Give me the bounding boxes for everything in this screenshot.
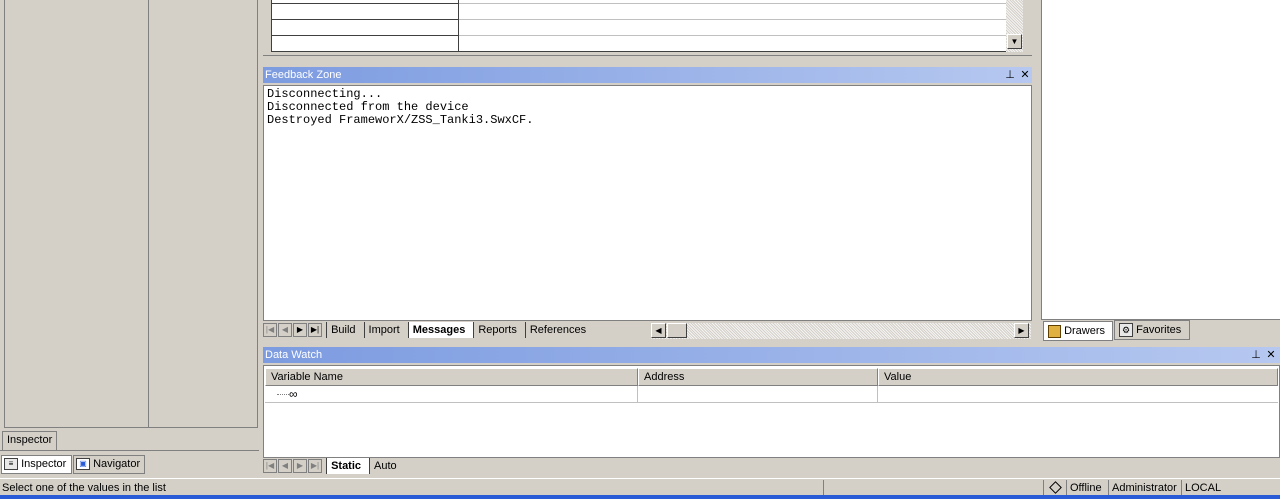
feedback-output[interactable]: Disconnecting... Disconnected from the d… [263,85,1032,321]
data-watch-table[interactable]: Variable Name Address Value ∞ [263,365,1280,458]
next-tab-button[interactable]: ▶ [293,323,307,337]
data-watch-title: Data Watch [265,349,323,361]
navigator-icon: ▣ [76,458,90,471]
tab-messages[interactable]: Messages [407,322,474,338]
close-icon[interactable]: ✕ [1018,67,1032,83]
data-watch-tabstrip: |◀ ◀ ▶ ▶| Static Auto [263,458,1280,476]
status-segment [823,480,1033,495]
scroll-thumb[interactable] [667,323,687,338]
status-bar: Select one of the values in the list Off… [0,478,1280,495]
vertical-scrollbar[interactable]: ▼ [1006,0,1023,52]
grid-line [272,19,458,20]
scroll-left-button[interactable]: ◀ [651,323,666,338]
pin-icon[interactable]: ⊥ [1003,67,1017,83]
tab-favorites-label: Favorites [1136,324,1182,336]
scroll-right-button[interactable]: ▶ [1014,323,1029,338]
close-icon[interactable]: ✕ [1264,347,1278,363]
tab-import[interactable]: Import [363,322,408,338]
tab-drawers-label: Drawers [1064,325,1106,337]
column-header-address[interactable]: Address [638,368,878,386]
tab-favorites[interactable]: ⚙ Favorites [1114,320,1190,340]
tab-references[interactable]: References [524,322,594,338]
status-message: Select one of the values in the list [2,482,166,494]
right-tabstrip: Drawers ⚙ Favorites [1041,320,1280,342]
prev-tab-button[interactable]: ◀ [278,323,292,337]
tree-line [277,394,289,395]
grid-column-divider [458,0,459,52]
last-tab-button[interactable]: ▶| [308,323,322,337]
column-header-variable-name[interactable]: Variable Name [265,368,638,386]
first-tab-button[interactable]: |◀ [263,323,277,337]
drawers-icon [1048,324,1061,338]
next-tab-button[interactable]: ▶ [293,459,307,473]
table-row-value-cell[interactable] [878,386,1278,403]
grid-line [272,3,458,4]
inspector-header-tab[interactable]: Inspector [2,431,58,450]
table-row-variable-cell[interactable]: ∞ [265,386,638,403]
status-offline: Offline [1066,480,1108,495]
tab-inspector[interactable]: ≡ Inspector [1,455,72,474]
tab-auto[interactable]: Auto [369,458,405,474]
inspector-property-grid[interactable] [4,0,258,428]
last-tab-button[interactable]: ▶| [308,459,322,473]
taskbar-edge [0,495,1280,499]
prev-tab-button[interactable]: ◀ [278,459,292,473]
watch-glasses-icon: ∞ [289,387,298,401]
inspector-icon: ≡ [4,458,18,471]
inspector-header-label: Inspector [7,434,53,446]
inspector-panel: Inspector ≡ Inspector ▣ Navigator [0,0,259,478]
horizontal-scrollbar[interactable]: ◀ ▶ [651,323,1031,339]
status-indicator [1043,480,1067,495]
output-line: Destroyed FrameworX/ZSS_Tanki3.SwxCF. [267,113,534,127]
feedback-zone-titlebar: Feedback Zone ⊥ ✕ [263,67,1032,83]
status-user: Administrator [1108,480,1181,495]
pin-icon[interactable]: ⊥ [1249,347,1263,363]
divider [263,55,1032,56]
table-row-address-cell[interactable] [638,386,878,403]
grid-line [272,35,458,36]
data-watch-titlebar: Data Watch ⊥ ✕ [263,347,1280,363]
top-table[interactable] [271,0,1012,52]
tab-navigator-label: Navigator [93,458,141,470]
grid-column-divider[interactable] [148,0,149,427]
first-tab-button[interactable]: |◀ [263,459,277,473]
scroll-down-button[interactable]: ▼ [1007,34,1022,49]
tab-drawers[interactable]: Drawers [1043,321,1113,341]
status-location: LOCAL [1181,480,1280,495]
status-diamond-icon [1049,481,1062,494]
column-header-value[interactable]: Value [878,368,1278,386]
tab-build[interactable]: Build [326,322,363,338]
top-grid-panel: ▼ [263,0,1032,60]
tab-navigator[interactable]: ▣ Navigator [73,455,145,474]
feedback-zone-title: Feedback Zone [265,69,342,81]
favorites-icon: ⚙ [1119,323,1133,338]
tab-inspector-label: Inspector [21,458,67,470]
feedback-tabstrip: |◀ ◀ ▶ ▶| Build Import Messages Reports Referen… [263,322,1032,340]
left-bottom-tabstrip: ≡ Inspector ▣ Navigator [0,455,259,475]
tab-reports[interactable]: Reports [473,322,525,338]
tab-static[interactable]: Static [326,458,370,474]
drawers-panel[interactable] [1041,0,1280,320]
divider [0,450,259,451]
